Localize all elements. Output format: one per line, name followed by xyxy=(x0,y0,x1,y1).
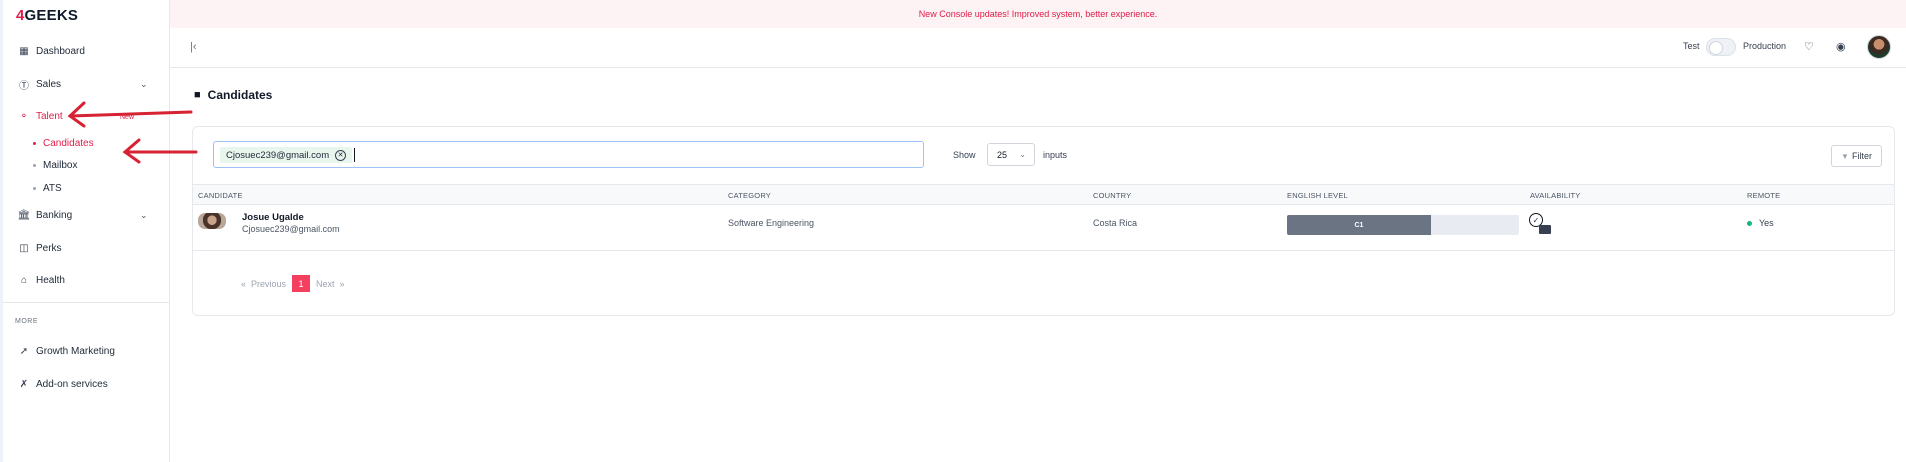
sidebar-subitem-label: Candidates xyxy=(43,138,94,149)
filter-button[interactable]: ▼ Filter xyxy=(1831,145,1882,167)
sidebar-divider xyxy=(3,302,169,303)
search-chip-label: Cjosuec239@gmail.com xyxy=(226,149,330,161)
english-level-label: C1 xyxy=(1354,221,1364,229)
tools-icon: ✗ xyxy=(19,378,29,390)
column-header-category[interactable]: CATEGORY xyxy=(728,191,771,200)
candidate-country: Costa Rica xyxy=(1093,218,1138,228)
new-badge: New xyxy=(120,114,135,121)
sidebar-item-label: Perks xyxy=(36,242,62,254)
sidebar-item-dashboard[interactable]: ▦ Dashboard xyxy=(18,43,85,59)
home-icon: ⌂ xyxy=(20,274,28,286)
sidebar-item-perks[interactable]: ◫ Perks xyxy=(18,240,62,256)
logo[interactable]: 4 GEEKS xyxy=(16,7,78,24)
column-header-remote[interactable]: REMOTE xyxy=(1747,191,1780,200)
previous-label: Previous xyxy=(251,278,287,289)
logo-text: GEEKS xyxy=(24,7,79,24)
sidebar-item-label: Dashboard xyxy=(36,45,85,57)
sidebar-item-label: Growth Marketing xyxy=(36,345,115,357)
page-title-text: Candidates xyxy=(207,88,273,102)
environment-toggle[interactable] xyxy=(1706,38,1736,56)
rocket-icon: ➚ xyxy=(19,345,29,357)
text-cursor xyxy=(354,148,355,162)
logo-mark: 4 xyxy=(16,7,25,24)
env-test-label: Test xyxy=(1683,41,1700,51)
column-header-country[interactable]: COUNTRY xyxy=(1093,191,1131,200)
sidebar-subitem-ats[interactable]: ATS xyxy=(33,183,62,194)
sidebar-item-growth-marketing[interactable]: ➚ Growth Marketing xyxy=(18,343,115,359)
english-level-fill: C1 xyxy=(1287,215,1431,235)
filter-icon: ▼ xyxy=(1841,151,1849,161)
bullet-icon xyxy=(33,142,36,145)
status-dot xyxy=(1747,220,1752,226)
remote-status: Yes xyxy=(1747,218,1774,228)
sidebar-item-label: Sales xyxy=(36,78,62,90)
briefcase-icon xyxy=(1539,225,1551,234)
english-level-bar: C1 xyxy=(1287,215,1519,235)
chevron-down-icon[interactable]: ⌄ xyxy=(140,79,148,90)
next-page-button[interactable]: Next » xyxy=(316,279,345,289)
close-icon[interactable]: ✕ xyxy=(335,149,347,161)
remote-value: Yes xyxy=(1759,218,1774,228)
sidebar-subitem-label: ATS xyxy=(43,183,62,194)
column-header-candidate[interactable]: CANDIDATE xyxy=(198,191,243,200)
bullet-icon xyxy=(33,164,36,167)
candidate-name[interactable]: Josue Ugalde xyxy=(242,212,304,223)
filter-label: Filter xyxy=(1851,151,1872,161)
sidebar-item-label: Banking xyxy=(36,209,73,221)
column-header-availability[interactable]: AVAILABILITY xyxy=(1530,191,1580,200)
search-input[interactable]: Cjosuec239@gmail.com ✕ xyxy=(213,141,924,168)
sidebar-subitem-candidates[interactable]: Candidates xyxy=(33,138,94,149)
current-page-button[interactable]: 1 xyxy=(292,275,311,292)
sidebar-item-label: Health xyxy=(36,274,65,286)
sidebar-item-add-on-services[interactable]: ✗ Add-on services xyxy=(18,376,108,392)
sidebar-item-health[interactable]: ⌂ Health xyxy=(18,272,65,288)
chevron-down-icon: ⌄ xyxy=(1019,150,1026,159)
banner-text: New Console updates! Improved system, be… xyxy=(918,9,1158,19)
collapse-sidebar-icon[interactable]: |‹ xyxy=(190,41,197,53)
candidate-email: Cjosuec239@gmail.com xyxy=(242,224,340,234)
table-header: CANDIDATE CATEGORY COUNTRY ENGLISH LEVEL… xyxy=(193,184,1894,205)
column-header-english-level[interactable]: ENGLISH LEVEL xyxy=(1287,191,1348,200)
sidebar-subitem-mailbox[interactable]: Mailbox xyxy=(33,160,77,171)
inputs-label: inputs xyxy=(1043,150,1068,160)
page-title: ■ Candidates xyxy=(194,88,272,102)
talent-icon: ⚬ xyxy=(19,110,29,122)
globe-icon[interactable]: ◉ xyxy=(1836,40,1846,53)
gift-icon: ◫ xyxy=(19,242,29,254)
chevron-up-icon[interactable]: ⌃ xyxy=(140,111,148,122)
table-row[interactable]: Josue Ugalde Cjosuec239@gmail.com Softwa… xyxy=(193,205,1894,251)
previous-page-button[interactable]: « Previous xyxy=(241,279,286,289)
chevron-down-icon[interactable]: ⌄ xyxy=(140,210,148,221)
bank-icon: 🏛 xyxy=(17,209,31,221)
page-size-select[interactable]: 25 ⌄ xyxy=(987,143,1035,166)
sidebar-item-talent[interactable]: ⚬ Talent xyxy=(18,108,63,124)
heart-icon[interactable]: ♡ xyxy=(1804,40,1814,53)
candidate-category: Software Engineering xyxy=(728,218,815,228)
availability-indicator: ✓ xyxy=(1529,213,1555,239)
user-icon: ■ xyxy=(194,89,201,101)
dollar-icon: Ⓣ xyxy=(19,80,29,92)
sidebar-subitem-label: Mailbox xyxy=(43,160,78,171)
env-production-label: Production xyxy=(1743,41,1787,51)
sidebar: 4 GEEKS ▦ Dashboard Ⓣ Sales ⌄ ⚬ Talent N… xyxy=(0,0,170,462)
sidebar-item-label: Talent xyxy=(36,110,63,122)
dashboard-icon: ▦ xyxy=(19,45,29,57)
candidate-photo xyxy=(198,213,226,229)
candidates-card: Cjosuec239@gmail.com ✕ Show 25 ⌄ inputs … xyxy=(192,126,1895,316)
sidebar-section-label: MORE xyxy=(15,318,38,325)
page-size-value: 25 xyxy=(997,149,1008,160)
sidebar-item-label: Add-on services xyxy=(36,378,108,390)
announcement-banner: New Console updates! Improved system, be… xyxy=(170,0,1906,28)
search-chip: Cjosuec239@gmail.com ✕ xyxy=(220,147,353,163)
topbar: |‹ Test Production ♡ ◉ xyxy=(170,28,1906,68)
pagination: « Previous 1 Next » xyxy=(241,275,345,292)
bullet-icon xyxy=(33,187,36,190)
avatar[interactable] xyxy=(1867,35,1891,59)
next-label: Next xyxy=(316,278,335,289)
sidebar-item-sales[interactable]: Ⓣ Sales xyxy=(18,76,61,92)
show-label: Show xyxy=(953,150,976,160)
sidebar-item-banking[interactable]: 🏛 Banking xyxy=(18,207,72,223)
